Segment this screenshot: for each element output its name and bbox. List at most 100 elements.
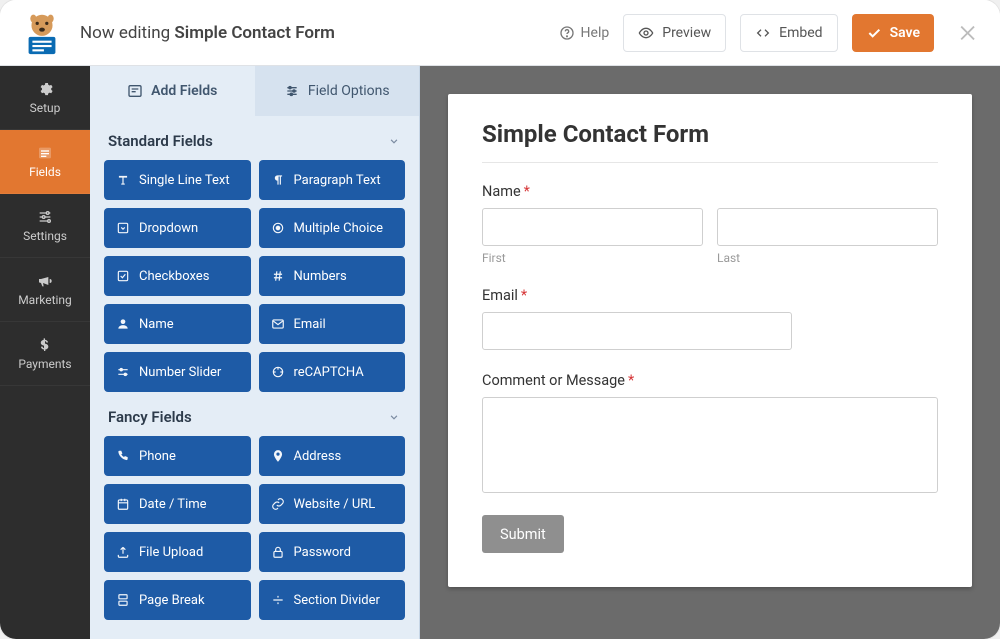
panel-tabs: Add Fields Field Options [90,66,419,116]
field-page-break[interactable]: Page Break [104,580,251,620]
group-standard-head[interactable]: Standard Fields [104,116,405,160]
lock-icon [271,545,285,559]
check-icon [866,25,882,41]
field-paragraph-text[interactable]: Paragraph Text [259,160,406,200]
editing-title: Now editing Simple Contact Form [80,23,545,43]
calendar-icon [116,497,130,511]
field-label: Name [139,317,174,332]
panel-scroll[interactable]: Standard Fields Single Line Text Paragra… [90,116,419,639]
recaptcha-icon [271,365,285,379]
field-password[interactable]: Password [259,532,406,572]
page-break-icon [116,593,130,607]
field-checkboxes[interactable]: Checkboxes [104,256,251,296]
field-dropdown[interactable]: Dropdown [104,208,251,248]
field-date-time[interactable]: Date / Time [104,484,251,524]
form-preview: Simple Contact Form Name* First Last [448,94,972,587]
nav-setup[interactable]: Setup [0,66,90,130]
group-standard-label: Standard Fields [108,132,213,150]
close-icon [957,22,979,44]
input-first-name[interactable] [482,208,703,246]
field-section-divider[interactable]: Section Divider [259,580,406,620]
field-email[interactable]: Email [259,304,406,344]
chevron-down-icon [387,134,401,148]
input-email[interactable] [482,312,792,350]
dollar-icon [34,337,56,353]
nav-fields[interactable]: Fields [0,130,90,194]
help-link[interactable]: Help [559,25,610,41]
form-field-comment[interactable]: Comment or Message* [482,372,938,493]
input-last-name[interactable] [717,208,938,246]
envelope-icon [271,317,285,331]
field-recaptcha[interactable]: reCAPTCHA [259,352,406,392]
app-frame: { "topbar":{ "editing_prefix":"Now editi… [0,0,1000,639]
label-text: Name [482,183,521,200]
required-asterisk: * [521,287,527,304]
field-label: Checkboxes [139,269,209,284]
preview-button[interactable]: Preview [623,14,726,52]
fancy-fields-grid: Phone Address Date / Time Website / URL … [104,436,405,620]
nav-settings[interactable]: Settings [0,194,90,258]
save-button[interactable]: Save [852,14,934,52]
label-text: Email [482,287,518,304]
tab-field-options-label: Field Options [308,83,390,99]
slider-icon [116,365,130,379]
paragraph-icon [271,173,285,187]
tab-field-options[interactable]: Field Options [255,66,420,116]
tab-add-fields[interactable]: Add Fields [90,66,255,116]
code-icon [755,25,771,41]
field-number-slider[interactable]: Number Slider [104,352,251,392]
required-asterisk: * [524,183,530,200]
group-fancy-head[interactable]: Fancy Fields [104,392,405,436]
nav-marketing-label: Marketing [18,293,72,307]
nav-payments[interactable]: Payments [0,322,90,386]
wpforms-logo [18,9,66,57]
submit-button[interactable]: Submit [482,515,564,553]
text-icon [116,173,130,187]
field-file-upload[interactable]: File Upload [104,532,251,572]
field-single-line-text[interactable]: Single Line Text [104,160,251,200]
help-icon [559,25,575,41]
canvas[interactable]: Simple Contact Form Name* First Last [420,66,1000,639]
field-label: File Upload [139,545,203,560]
embed-button[interactable]: Embed [740,14,837,52]
sliders-icon [34,209,56,225]
left-nav: Setup Fields Settings Marketing Payments [0,66,90,639]
form-icon [34,145,56,161]
field-label: Phone [139,449,176,464]
form-name: Simple Contact Form [174,23,334,43]
radio-icon [271,221,285,235]
field-name[interactable]: Name [104,304,251,344]
sublabel-last: Last [717,251,938,265]
phone-icon [116,449,130,463]
save-label: Save [890,25,920,41]
field-numbers[interactable]: Numbers [259,256,406,296]
field-label: Multiple Choice [294,221,384,236]
field-label: Password [294,545,351,560]
field-website[interactable]: Website / URL [259,484,406,524]
link-icon [271,497,285,511]
form-field-name[interactable]: Name* First Last [482,183,938,265]
nav-setup-label: Setup [30,101,61,115]
checkbox-icon [116,269,130,283]
required-asterisk: * [628,372,634,389]
help-label: Help [581,25,610,41]
label-text: Comment or Message [482,372,625,389]
pin-icon [271,449,285,463]
field-multiple-choice[interactable]: Multiple Choice [259,208,406,248]
form-field-email[interactable]: Email* [482,287,938,350]
nav-marketing[interactable]: Marketing [0,258,90,322]
submit-label: Submit [500,526,546,543]
input-comment[interactable] [482,397,938,493]
nav-settings-label: Settings [23,229,67,243]
nav-fields-label: Fields [29,165,61,179]
upload-icon [116,545,130,559]
user-icon [116,317,130,331]
field-label: reCAPTCHA [294,365,364,380]
fields-panel: Add Fields Field Options Standard Fields… [90,66,420,639]
field-label: Page Break [139,593,205,608]
nav-payments-label: Payments [18,357,71,371]
field-phone[interactable]: Phone [104,436,251,476]
chevron-down-icon [387,410,401,424]
field-address[interactable]: Address [259,436,406,476]
close-button[interactable] [954,19,982,47]
